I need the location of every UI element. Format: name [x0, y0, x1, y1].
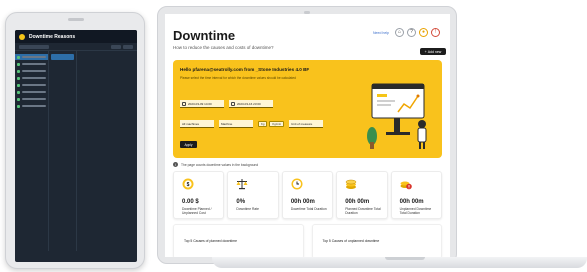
filter-banner: Hello pfarena@seatrolly.com from _Stone …	[173, 60, 442, 158]
tablet-sidebar-item[interactable]	[15, 68, 48, 74]
kpi-label: Unplanned Downtime Total Duration	[399, 207, 432, 216]
filter-select-2-value: Machine	[221, 121, 233, 126]
filter-tags: Kg Kg/min	[258, 120, 285, 128]
tablet-sidebar-item[interactable]	[15, 89, 48, 95]
end-date-field[interactable]: 2023-03-16 23:00	[229, 100, 273, 108]
kpi-label: Downtime Rate	[236, 207, 259, 211]
kpi-value: 0.00 $	[182, 199, 199, 205]
start-date-field[interactable]: 2023-03-09 14:00	[180, 100, 224, 108]
filter-tag[interactable]: Kg	[258, 121, 268, 127]
balance-scale-icon	[236, 179, 248, 190]
help-icon[interactable]: ?	[407, 28, 416, 37]
greeting-text: Hello pfarena@seatrolly.com from _Stone …	[180, 67, 310, 72]
top-causes-unplanned-panel: Top 5 Causes of unplanned downtime	[311, 224, 442, 257]
notification-icon[interactable]: !	[431, 28, 440, 37]
tablet-toolbar	[15, 43, 137, 51]
coins-icon	[345, 179, 357, 189]
end-date-value: 2023-03-16 23:00	[237, 101, 261, 106]
tablet-sidebar-item[interactable]	[15, 96, 48, 102]
filter-tag[interactable]: Kg/min	[269, 121, 285, 127]
kpi-value: 00h 00m	[345, 199, 370, 205]
item-icon	[17, 90, 20, 94]
filter-row: All machines Machine Kg Kg/min Unit of m…	[180, 120, 324, 128]
filter-select-3-value: Unit of measure	[291, 121, 313, 126]
banner-description: Please select the time interval for whic…	[180, 76, 296, 80]
info-icon: i	[173, 162, 178, 167]
page-subtitle: How to reduce the causes and costs of do…	[173, 45, 274, 50]
tablet-screen: Downtime Reasons	[15, 30, 137, 262]
analytics-illustration	[367, 83, 427, 149]
home-icon[interactable]: ⌂	[395, 28, 404, 37]
page-header: Downtime How to reduce the causes and co…	[173, 28, 442, 58]
filter-select-1[interactable]: All machines	[180, 120, 214, 128]
item-icon	[17, 69, 20, 73]
filter-select-3[interactable]: Unit of measure	[289, 120, 324, 128]
tablet-submenu	[49, 51, 77, 251]
header-actions: Need help ⌂ ? ● !	[373, 28, 440, 37]
tablet-toolbar-button[interactable]	[111, 44, 121, 49]
device-mockup-scene: Downtime Reasons Downtime How to reduce …	[0, 0, 587, 272]
kpi-card-duration[interactable]: 00h 00m Downtime Total Duration	[281, 171, 334, 219]
app-logo-icon	[19, 33, 25, 40]
tablet-app-header: Downtime Reasons	[15, 30, 137, 43]
item-icon	[17, 62, 20, 66]
tablet-camera	[68, 18, 84, 21]
kpi-value: 00h 00m	[399, 199, 424, 205]
tablet-sidebar-item[interactable]	[15, 82, 48, 88]
tablet-sidebar	[15, 51, 49, 251]
kpi-label: Downtime Total Duration	[290, 207, 327, 211]
kpi-card-cost[interactable]: $ 0.00 $ Downtime Planned / Unplanned Co…	[173, 171, 225, 219]
create-button[interactable]: + Add new	[420, 48, 446, 55]
laptop-notch	[385, 257, 425, 260]
tablet-device: Downtime Reasons	[5, 12, 145, 269]
tablet-sidebar-item[interactable]	[15, 75, 48, 81]
item-icon	[17, 76, 20, 80]
calendar-icon	[231, 101, 235, 106]
info-note: i The page counts downtime values in the…	[173, 162, 258, 167]
apply-button[interactable]: Apply	[180, 141, 197, 148]
laptop-screen: Downtime How to reduce the causes and co…	[165, 14, 450, 257]
kpi-card-unplanned[interactable]: 00h 00m Unplanned Downtime Total Duratio…	[390, 171, 443, 219]
charts-row: Top 5 Causes of planned downtime Top 5 C…	[173, 224, 442, 257]
dollar-icon: $	[182, 178, 194, 190]
kpi-value: 0%	[236, 199, 246, 205]
clock-icon	[291, 178, 303, 190]
header-link[interactable]: Need help	[373, 31, 389, 35]
tablet-sidebar-item[interactable]	[15, 61, 48, 67]
calendar-icon	[182, 101, 186, 106]
start-date-value: 2023-03-09 14:00	[188, 101, 212, 106]
info-note-text: The page counts downtime values in the b…	[181, 162, 259, 167]
kpi-card-planned[interactable]: 00h 00m Planned Downtime Total Duration	[336, 171, 388, 219]
tablet-toolbar-button[interactable]	[123, 44, 133, 49]
kpi-value: 00h 00m	[290, 199, 315, 205]
panel-title: Top 5 Causes of unplanned downtime	[322, 239, 380, 243]
kpi-cards: $ 0.00 $ Downtime Planned / Unplanned Co…	[173, 171, 443, 219]
panel-title: Top 5 Causes of planned downtime	[184, 239, 237, 243]
kpi-card-rate[interactable]: 0% Downtime Rate	[227, 171, 279, 219]
kpi-label: Planned Downtime Total Duration	[345, 207, 381, 216]
alert-coins-icon	[400, 181, 412, 190]
tablet-submenu-item[interactable]	[51, 54, 74, 60]
tablet-sidebar-item[interactable]	[15, 103, 48, 109]
tablet-main-area	[77, 51, 137, 251]
item-icon	[17, 83, 20, 87]
create-button-label: Add new	[427, 49, 442, 54]
filter-select-2[interactable]: Machine	[219, 120, 253, 128]
item-icon	[17, 55, 20, 59]
tablet-search-input[interactable]	[19, 44, 49, 49]
svg-text:$: $	[187, 182, 190, 188]
plus-icon: +	[424, 49, 427, 54]
lightbulb-icon[interactable]: ●	[419, 28, 428, 37]
item-icon	[17, 104, 20, 108]
kpi-label: Downtime Planned / Unplanned Cost	[182, 207, 212, 216]
tablet-sidebar-item[interactable]	[15, 54, 48, 60]
date-row: 2023-03-09 14:00 2023-03-16 23:00	[180, 100, 273, 108]
tablet-app-title: Downtime Reasons	[29, 33, 76, 40]
top-causes-planned-panel: Top 5 Causes of planned downtime	[173, 224, 304, 257]
filter-select-1-value: All machines	[182, 121, 200, 126]
item-icon	[17, 97, 20, 101]
